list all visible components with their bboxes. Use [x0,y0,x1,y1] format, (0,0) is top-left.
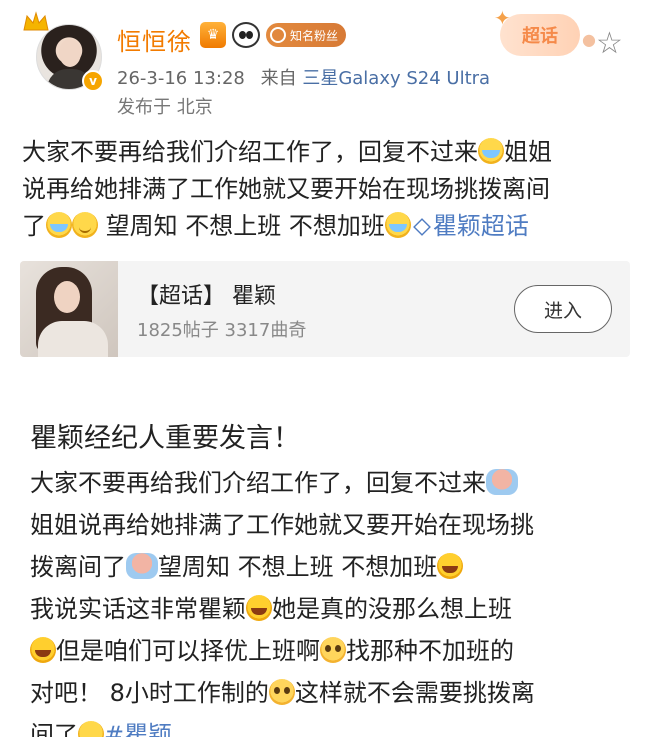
rofl-emoji-icon [246,595,272,621]
supertopic-title: 【超话】 瞿颖 [137,284,276,309]
user-badges: ♛ 知名粉丝 [200,22,347,48]
post-meta: 26-3-16 13:28 来自 三星Galaxy S24 Ultra [117,64,490,90]
timestamp: 26-3-16 13:28 [117,68,245,89]
supertopic-stats: 1825帖子 3317曲奇 [137,320,307,341]
rofl-emoji-icon [437,553,464,579]
topic-link-label: 瞿颖超话 [432,212,529,240]
chaohua-tag-label: 超话 [522,26,558,47]
post-text-line3a: 了 [22,212,46,240]
hashtag-link[interactable]: #瞿颖 [104,721,172,737]
pleading-emoji-icon [268,679,295,705]
quote-line4b: 她是真的没那么想上班 [272,595,512,623]
crying-emoji-icon [478,138,504,164]
quote-headline: 瞿颖经纪人重要发言！ [30,423,300,454]
quote-line4a: 我说实话这非常瞿颖 [30,595,246,623]
level-badge-icon[interactable]: ♛ [200,22,226,48]
quote-line1: 大家不要再给我们介绍工作了，回复不过来 [30,469,486,497]
post-header: v 恒恒徐 ♛ 知名粉丝 26-3-16 13:28 来自 三星Galaxy S… [0,0,650,125]
sparkle-icon: ✦ [494,6,511,30]
source-prefix: 来自 [260,68,297,89]
star-icon[interactable]: ☆ [596,26,623,61]
post-text-line3b: 望周知 不想上班 不想加班 [98,212,385,240]
quote-line3a: 拨离间了 [30,553,126,581]
post-text-line1b: 姐姐 [504,138,552,166]
enter-button[interactable]: 进入 [514,285,612,333]
quote-line3b: 望周知 不想上班 不想加班 [158,553,438,581]
avatar-group[interactable]: v [22,10,104,94]
crying-emoji-icon [384,212,411,238]
post-text-line2: 说再给她排满了工作她就又要开始在现场挑拨离间 [22,175,550,203]
fans-badge-icon [270,27,286,43]
post-text: 大家不要再给我们介绍工作了，回复不过来 姐姐 说再给她排满了工作她就又要开始在现场… [22,134,628,245]
fans-badge[interactable]: 知名粉丝 [266,23,347,47]
quote-line6a: 对吧！ 8小时工作制的 [30,679,269,707]
pleading-emoji-icon [320,637,346,663]
diamond-icon [412,218,431,236]
panda-icon[interactable] [232,22,260,48]
crown-icon [22,10,50,36]
supertopic-card[interactable]: 【超话】 瞿颖 1825帖子 3317曲奇 进入 [20,261,630,357]
smile-emoji-icon [72,212,98,238]
love-emoji-icon [78,721,104,737]
quote-line5b: 找那种不加班的 [346,637,514,665]
chaohua-tag[interactable]: ✦ 超话 ● [494,6,596,56]
topic-link[interactable]: 瞿颖超话 [411,212,529,240]
fans-badge-label: 知名粉丝 [290,28,339,43]
bath-emoji-icon [486,469,518,495]
post-text-line1: 大家不要再给我们介绍工作了，回复不过来 [22,138,478,166]
bath-emoji-icon [126,553,158,579]
quote-line6b: 这样就不会需要挑拨离 [294,679,535,707]
quote-line7a: 间了 [30,721,78,737]
quote-line2: 姐姐说再给她排满了工作她就又要开始在现场挑 [30,511,534,539]
quote-text: 大家不要再给我们介绍工作了，回复不过来 姐姐说再给她排满了工作她就又要开始在现场… [30,462,620,737]
verified-icon: v [82,70,104,92]
bubble-icon: ● [582,30,596,49]
supertopic-thumbnail [20,261,118,357]
post-location: 发布于 北京 [117,97,213,118]
device-link[interactable]: 三星Galaxy S24 Ultra [302,68,490,89]
username[interactable]: 恒恒徐 [117,22,192,57]
crying-emoji-icon [46,212,72,238]
rofl-emoji-icon [30,637,56,663]
quote-line5a: 但是咱们可以择优上班啊 [56,637,320,665]
